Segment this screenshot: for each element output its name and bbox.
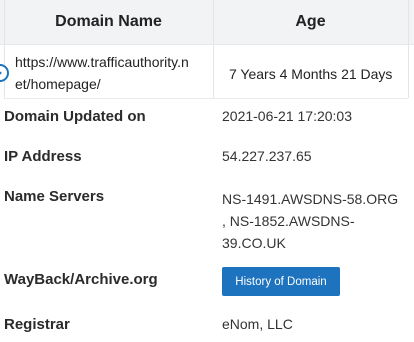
column-header-age[interactable]: Age — [213, 0, 408, 44]
name-servers-line-3: 39.CO.UK — [222, 235, 286, 251]
column-header-domain-name[interactable]: Domain Name — [4, 0, 213, 44]
name-servers-line-1: NS-1491.AWSDNS-58.ORG — [222, 191, 399, 207]
expand-circle-icon[interactable] — [0, 64, 9, 82]
history-of-domain-button[interactable]: History of Domain — [222, 267, 340, 296]
wayback-label: WayBack/Archive.org — [4, 271, 158, 288]
registrar-label: Registrar — [4, 316, 70, 333]
ip-address-label: IP Address — [4, 148, 82, 165]
name-servers-line-2: , NS-1852.AWSDNS- — [222, 213, 355, 229]
name-servers-label: Name Servers — [4, 188, 105, 205]
row-divider — [4, 98, 408, 99]
domain-url-line-1: https://www.trafficauthority.n — [15, 54, 189, 70]
domain-updated-label: Domain Updated on — [4, 108, 146, 125]
table-right-border — [408, 0, 409, 98]
domain-url-line-2: et/homepage/ — [15, 76, 101, 92]
domain-age-value: 7 Years 4 Months 21 Days — [229, 66, 393, 82]
domain-updated-value: 2021-06-21 17:20:03 — [222, 108, 352, 124]
registrar-value: eNom, LLC — [222, 316, 293, 332]
ip-address-value: 54.227.237.65 — [222, 148, 312, 164]
